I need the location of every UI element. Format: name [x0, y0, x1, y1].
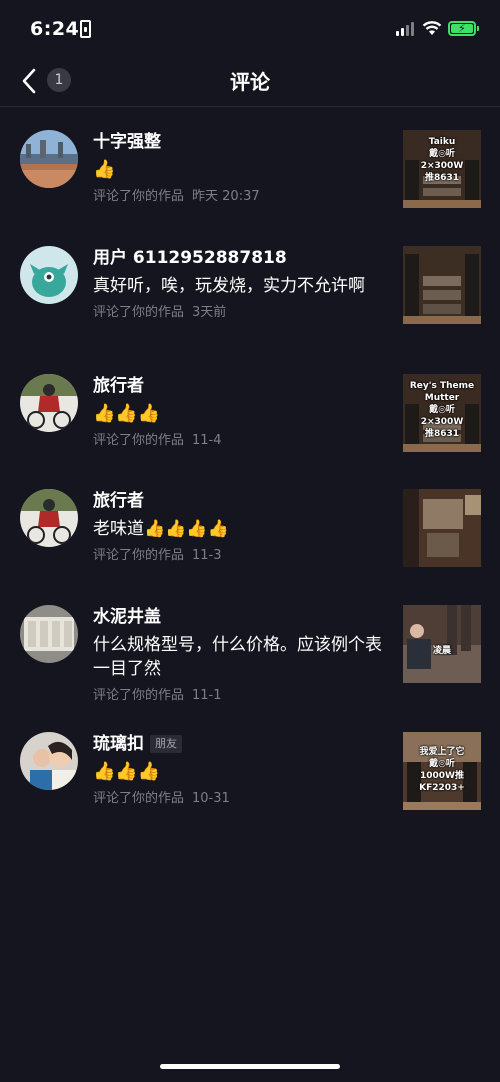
- avatar[interactable]: [20, 374, 78, 432]
- thumbnail-caption: Taiku 戴◎听 2×300W 推8631: [420, 137, 464, 183]
- video-thumbnail[interactable]: 我爱上了它 戴◎听 1000W推 KF2203+: [403, 732, 481, 810]
- video-thumbnail[interactable]: 凌晨: [403, 605, 481, 683]
- video-thumbnail[interactable]: Rey's Theme Mutter 戴◎听 2×300W 推8631: [403, 374, 481, 452]
- meta-action: 评论了你的作品: [93, 189, 185, 204]
- comment-text: 👍👍👍: [93, 761, 161, 782]
- comment-text: 👍👍👍: [93, 403, 161, 424]
- comment-meta: 评论了你的作品 11-4: [93, 432, 383, 450]
- comment-date: 昨天 20:37: [192, 189, 260, 204]
- page-title: 评论: [230, 70, 270, 94]
- username[interactable]: 水泥井盖: [93, 607, 161, 627]
- comment-item[interactable]: 十字强整 👍 评论了你的作品 昨天 20:37 Taiku 戴◎听 2×300W …: [0, 130, 500, 220]
- meta-action: 评论了你的作品: [93, 305, 185, 320]
- video-thumbnail[interactable]: [403, 246, 481, 324]
- username[interactable]: 十字强整: [93, 132, 161, 152]
- battery-icon: ⚡: [448, 21, 479, 36]
- comment-date: 11-4: [192, 433, 222, 448]
- comment-meta: 评论了你的作品 11-1: [93, 687, 383, 705]
- username[interactable]: 用户 6112952887818: [93, 248, 287, 268]
- thumbnail-caption: 凌晨: [432, 646, 451, 656]
- comment-meta: 评论了你的作品 3天前: [93, 304, 383, 322]
- avatar[interactable]: [20, 732, 78, 790]
- friend-badge: 朋友: [150, 735, 182, 753]
- comment-item[interactable]: 旅行者 老味道👍👍👍👍 评论了你的作品 11-3: [0, 489, 500, 579]
- portrait-lock-icon: [80, 20, 91, 38]
- comment-date: 11-3: [192, 548, 222, 563]
- comment-text: 👍: [93, 159, 116, 180]
- comment-date: 10-31: [192, 791, 230, 806]
- thumbnail-caption: Rey's Theme Mutter 戴◎听 2×300W 推8631: [409, 381, 475, 439]
- meta-action: 评论了你的作品: [93, 688, 185, 703]
- meta-action: 评论了你的作品: [93, 433, 185, 448]
- wifi-icon: [422, 21, 442, 35]
- avatar[interactable]: [20, 489, 78, 547]
- comment-text: 老味道👍👍👍👍: [93, 519, 229, 539]
- comment-item[interactable]: 琉璃扣 朋友 👍👍👍 评论了你的作品 10-31 我爱上了它 戴◎听 1000W推 …: [0, 732, 500, 822]
- video-thumbnail[interactable]: Taiku 戴◎听 2×300W 推8631: [403, 130, 481, 208]
- video-thumbnail[interactable]: [403, 489, 481, 567]
- avatar[interactable]: [20, 605, 78, 663]
- comment-item[interactable]: 水泥井盖 什么规格型号，什么价格。应该例个表一目了然 评论了你的作品 11-1 凌…: [0, 605, 500, 705]
- avatar[interactable]: [20, 130, 78, 188]
- comment-text: 什么规格型号，什么价格。应该例个表一目了然: [93, 635, 382, 679]
- comment-meta: 评论了你的作品 11-3: [93, 547, 383, 565]
- username[interactable]: 旅行者: [93, 491, 144, 511]
- signal-icon: [396, 22, 414, 36]
- comment-meta: 评论了你的作品 10-31: [93, 790, 383, 808]
- meta-action: 评论了你的作品: [93, 791, 185, 806]
- thumbnail-caption: 我爱上了它 戴◎听 1000W推 KF2203+: [419, 747, 465, 793]
- status-time: 6:24: [30, 18, 80, 40]
- home-indicator[interactable]: [160, 1064, 340, 1069]
- comment-item[interactable]: 用户 6112952887818 真好听，唉，玩发烧，实力不允许啊 评论了你的作…: [0, 246, 500, 346]
- nav-bar: 1 评论: [0, 56, 500, 107]
- comment-text: 真好听，唉，玩发烧，实力不允许啊: [93, 276, 365, 296]
- comment-date: 3天前: [192, 305, 227, 320]
- comment-item[interactable]: 旅行者 👍👍👍 评论了你的作品 11-4 Rey's Theme Mutter 戴…: [0, 374, 500, 464]
- meta-action: 评论了你的作品: [93, 548, 185, 563]
- comment-meta: 评论了你的作品 昨天 20:37: [93, 188, 383, 206]
- username[interactable]: 旅行者: [93, 376, 144, 396]
- status-bar: 6:24 ⚡: [0, 0, 500, 56]
- username[interactable]: 琉璃扣: [93, 734, 144, 754]
- comment-date: 11-1: [192, 688, 222, 703]
- avatar[interactable]: [20, 246, 78, 304]
